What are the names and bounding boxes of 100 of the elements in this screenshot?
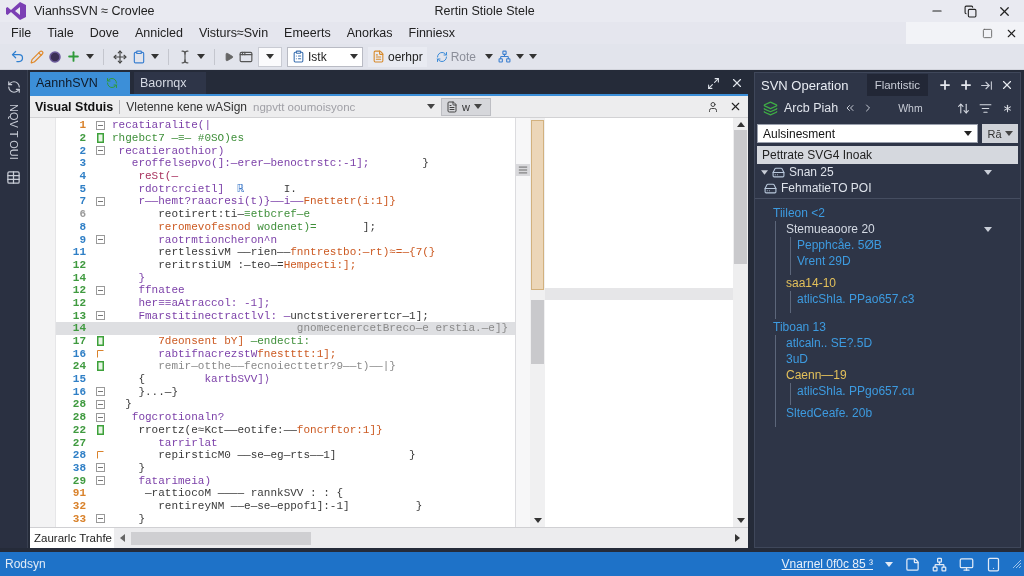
scroll-down-icon[interactable] (736, 518, 745, 523)
table-icon[interactable] (6, 169, 21, 185)
expand-icon[interactable] (707, 76, 720, 90)
restore-icon[interactable] (964, 4, 977, 18)
scrollbar-thumb[interactable] (131, 531, 311, 545)
sort-icon[interactable] (957, 101, 970, 115)
scroll-left-icon[interactable] (120, 534, 125, 542)
dropdown-caret-icon[interactable] (984, 169, 992, 175)
filter-field[interactable]: Aulsinesment (757, 124, 978, 143)
arrows-icon[interactable] (113, 49, 127, 64)
menu-item[interactable]: Finniesx (400, 22, 464, 44)
sync-icon[interactable] (6, 80, 21, 94)
close-icon[interactable] (1000, 78, 1014, 92)
branch-label[interactable]: Vnarnel 0f0c 85 ³ (781, 557, 873, 571)
dropdown-caret-icon[interactable] (984, 226, 992, 232)
collapse-icon[interactable] (95, 120, 105, 130)
collapse-icon[interactable] (95, 387, 105, 397)
code-line: recatieraothior) (118, 144, 225, 157)
menu-item[interactable]: Dove (81, 22, 127, 44)
scroll-right-icon[interactable] (735, 534, 740, 542)
scrollbar-thumb[interactable] (734, 130, 747, 264)
tablet-icon[interactable] (986, 556, 1001, 572)
arrow-to-line-icon[interactable] (980, 78, 993, 92)
close-icon[interactable] (729, 100, 742, 113)
collapse-icon[interactable] (95, 463, 105, 473)
collapse-icon[interactable] (95, 514, 105, 524)
code-line: rhgebct7 —≡— #0SO)es (112, 132, 245, 145)
monitor-icon[interactable] (959, 556, 974, 572)
side-tab[interactable]: NQV T OUI (7, 104, 20, 160)
menu-item[interactable]: Annicled (127, 22, 191, 44)
menu-item[interactable]: Tiale (39, 22, 82, 44)
caret-icon (197, 54, 205, 59)
note-icon[interactable] (905, 556, 920, 572)
change-item[interactable]: saa14-10 (786, 276, 837, 290)
collapse-icon[interactable] (95, 285, 105, 295)
collapse-icon[interactable] (95, 146, 105, 156)
change-item[interactable]: Pepphcåe. 5ØB (797, 238, 882, 252)
code-line: reotirert:ti—≡etbcref—e (158, 208, 311, 221)
scrollbar-thumb[interactable] (531, 300, 544, 364)
menu-item[interactable]: Visturs≈Svin (190, 22, 277, 44)
play-icon[interactable] (224, 51, 234, 62)
dropdown-field[interactable] (258, 46, 282, 67)
clipboard-icon[interactable] (132, 49, 146, 64)
change-item[interactable]: Tiboan 13 (773, 320, 826, 334)
scrollbar-thumb[interactable] (531, 120, 544, 290)
add-icon[interactable] (938, 78, 952, 92)
document-tab[interactable]: Baornqx (134, 72, 206, 94)
network-icon[interactable] (498, 50, 512, 63)
change-item[interactable]: Stemueaoore 20 (786, 222, 875, 236)
dropdown-caret-icon[interactable] (427, 104, 435, 109)
collapse-icon[interactable] (95, 196, 105, 206)
add-icon[interactable] (959, 78, 973, 92)
change-item[interactable]: Caenn—19 (786, 368, 847, 382)
dropdown-caret-icon[interactable] (885, 561, 893, 567)
bottom-tab[interactable]: Zaurarlc Trahfe (30, 528, 114, 548)
circle-icon[interactable] (49, 50, 61, 63)
change-item[interactable]: SltedCeafe. 20b (786, 406, 873, 420)
caret-icon (86, 54, 94, 59)
tree-item[interactable]: Snan 25 (789, 165, 834, 179)
close-icon[interactable] (730, 76, 744, 90)
list-icon[interactable] (979, 101, 992, 115)
action-label[interactable]: Arcb Piah (784, 101, 839, 115)
undo-icon[interactable] (10, 49, 25, 64)
collapse-icon[interactable] (95, 311, 105, 321)
maximize-icon[interactable] (982, 27, 993, 39)
line-number: 3 (78, 157, 87, 170)
toolbar-combo[interactable]: Istk (287, 46, 363, 67)
line-number: 12 (71, 296, 87, 309)
line-number: 16 (71, 347, 87, 360)
expand-caret-icon[interactable] (761, 169, 768, 175)
filter-button[interactable]: Rā (982, 124, 1018, 143)
layers-icon[interactable] (763, 100, 778, 116)
code-line: rertlessivM ——rien——fnntrestbo:—rt)≈=—{7(} (158, 246, 436, 259)
line-number: 33 (71, 512, 87, 525)
change-item[interactable]: atlicShla. PPao657.c3 (797, 292, 915, 306)
menu-item[interactable]: Anorkas (338, 22, 401, 44)
panel-tab[interactable]: Flantistic (866, 74, 928, 96)
network-icon[interactable] (932, 556, 947, 572)
tree-item[interactable]: FehmatieTO POI (781, 181, 872, 195)
change-item[interactable]: Vrent 29D (797, 254, 851, 268)
collapse-icon[interactable] (95, 399, 105, 409)
change-item[interactable]: atlcaln.. SE?.5D (786, 336, 873, 350)
document-tab[interactable]: AannhSVN (30, 72, 130, 94)
change-item[interactable]: 3uD (786, 352, 808, 366)
change-item[interactable]: atlicShla. PPgo657.cu (797, 384, 915, 398)
chevrons-left-icon[interactable] (844, 102, 857, 114)
collapse-icon[interactable] (95, 235, 105, 245)
collapse-icon[interactable] (95, 412, 105, 422)
change-item[interactable]: Tiileon <2 (773, 206, 825, 220)
collapse-icon[interactable] (95, 476, 105, 486)
resize-grip-icon[interactable] (1013, 560, 1021, 568)
user-icon[interactable] (707, 100, 719, 113)
menu-item[interactable]: File (3, 22, 40, 44)
toolbar-button[interactable]: oerhpr (368, 46, 427, 67)
view-button[interactable]: w (441, 97, 491, 116)
scroll-down-icon[interactable] (533, 518, 542, 523)
window-icon[interactable] (239, 49, 253, 64)
scroll-up-icon[interactable] (736, 122, 745, 127)
window-caption: Rertin Stiole Stele (434, 4, 535, 18)
menu-item[interactable]: Emeerts (276, 22, 339, 44)
